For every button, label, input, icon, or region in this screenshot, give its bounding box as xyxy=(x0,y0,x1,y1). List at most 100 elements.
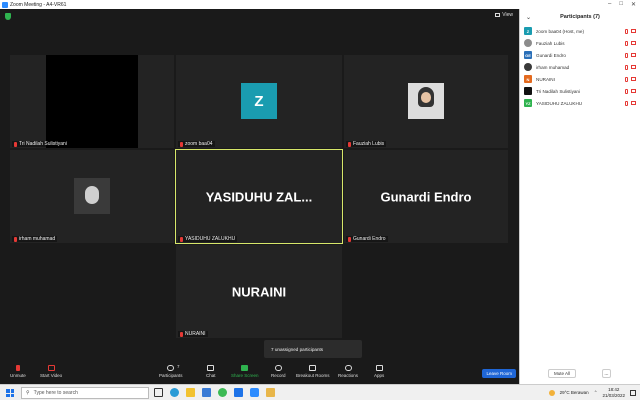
participant-big-name: Gunardi Endro xyxy=(380,189,472,204)
apps-button[interactable]: Apps xyxy=(374,365,384,378)
participant-item[interactable]: Z zoom baa04 (Host, me) xyxy=(524,25,636,37)
participant-item[interactable]: Fauziah Lubis xyxy=(524,37,636,49)
reactions-label: Reactions xyxy=(338,373,359,378)
leave-room-button[interactable]: Leave Room xyxy=(482,369,516,378)
mic-muted-icon xyxy=(625,76,628,82)
participant-name: zoom baa04 xyxy=(185,141,213,147)
chat-label: Chat xyxy=(206,373,216,378)
maximize-icon[interactable]: □ xyxy=(619,1,623,8)
participant-item[interactable]: irham muhamad xyxy=(524,61,636,73)
view-label: View xyxy=(502,12,513,18)
participant-name: Gunardi Endro xyxy=(536,52,566,58)
face-shape xyxy=(85,186,99,204)
record-icon xyxy=(274,365,282,371)
participants-label: Participants xyxy=(159,373,183,378)
close-icon[interactable]: ✕ xyxy=(631,1,636,8)
task-view-icon[interactable] xyxy=(154,388,163,397)
view-button[interactable]: View xyxy=(495,12,513,18)
video-tile[interactable]: Tri Nadilah Sulistiyani xyxy=(10,55,174,148)
apps-icon xyxy=(375,365,383,371)
weather-text[interactable]: 29°C Berawan xyxy=(560,390,589,395)
participant-status-icons xyxy=(625,76,636,82)
video-tile-active-speaker[interactable]: YASIDUHU ZAL... YASIDUHU ZALUKHU xyxy=(175,149,343,244)
participant-big-name: YASIDUHU ZAL... xyxy=(205,189,313,204)
participant-status-icons xyxy=(625,40,636,46)
participants-panel: ⌄ Participants (7) Z zoom baa04 (Host, m… xyxy=(519,9,640,384)
record-button[interactable]: Record xyxy=(271,365,286,378)
participants-panel-title: Participants (7) xyxy=(560,14,600,20)
windows-taskbar: ⚲ Type here to search 29°C Berawan ⌃ 18:… xyxy=(0,384,640,400)
participant-name: irham muhamad xyxy=(536,64,570,70)
weather-icon xyxy=(548,389,555,396)
mic-muted-icon xyxy=(625,28,628,34)
camera-off-icon xyxy=(631,88,636,93)
mic-muted-icon xyxy=(14,236,17,242)
minimize-icon[interactable]: – xyxy=(608,1,611,8)
camera-off-icon xyxy=(631,40,636,45)
start-video-label: Start Video xyxy=(40,373,63,378)
clock[interactable]: 18:42 21/03/2022 xyxy=(602,387,625,398)
zoom-taskbar-icon[interactable] xyxy=(250,388,259,397)
security-shield-icon[interactable] xyxy=(5,13,11,20)
camera-off-icon xyxy=(47,365,55,371)
more-options-button[interactable]: ... xyxy=(602,369,611,378)
video-tile[interactable]: irham muhamad xyxy=(10,150,174,243)
breakout-rooms-icon xyxy=(309,365,317,371)
window-titlebar: Zoom Meeting - A4-VR61 – □ ✕ xyxy=(0,0,640,9)
unmute-label: Unmute xyxy=(10,373,26,378)
tile-name-label: NURAINI xyxy=(178,331,208,337)
share-screen-icon xyxy=(241,365,249,371)
share-screen-button[interactable]: Share Screen xyxy=(231,365,259,378)
windows-start-icon[interactable] xyxy=(6,389,14,397)
participants-panel-header: ⌄ Participants (7) xyxy=(520,9,640,25)
participant-status-icons xyxy=(625,64,636,70)
unmute-button[interactable]: Unmute xyxy=(10,365,26,378)
edge-browser-icon[interactable] xyxy=(170,388,179,397)
video-tile[interactable]: Z zoom baa04 xyxy=(176,55,342,148)
breakout-rooms-button[interactable]: Breakout Rooms xyxy=(296,365,330,378)
participant-name: NURAINI xyxy=(536,76,555,82)
participant-item[interactable]: N NURAINI xyxy=(524,73,636,85)
breakout-rooms-popover[interactable]: 7 unassigned participants xyxy=(264,340,362,358)
taskbar-search-input[interactable]: ⚲ Type here to search xyxy=(21,387,149,399)
folder-icon[interactable] xyxy=(266,388,275,397)
grid-view-icon xyxy=(495,13,501,17)
participant-big-name: NURAINI xyxy=(231,284,287,299)
taskbar-apps xyxy=(154,388,275,397)
participant-name: Fauziah Lubis xyxy=(353,141,385,147)
chevron-down-icon[interactable]: ⌄ xyxy=(526,14,531,21)
participant-item[interactable]: Tri Nadilah Sulistiyani xyxy=(524,85,636,97)
participant-item[interactable]: GE Gunardi Endro xyxy=(524,49,636,61)
zoom-app-icon xyxy=(2,1,8,8)
participants-icon xyxy=(167,365,175,371)
video-tile[interactable]: Fauziah Lubis xyxy=(344,55,508,148)
participant-name: NURAINI xyxy=(185,331,206,337)
search-placeholder: Type here to search xyxy=(33,390,78,396)
notifications-icon[interactable] xyxy=(630,389,636,396)
camera-off-icon xyxy=(631,28,636,33)
video-tile[interactable]: Gunardi Endro Gunardi Endro xyxy=(344,150,508,243)
avatar xyxy=(524,63,532,71)
participant-name: irham muhamad xyxy=(19,236,56,242)
participant-status-icons xyxy=(625,100,636,106)
avatar: Z xyxy=(524,27,532,35)
mail-icon[interactable] xyxy=(234,388,243,397)
chrome-icon[interactable] xyxy=(218,388,227,397)
file-explorer-icon[interactable] xyxy=(186,388,195,397)
participants-list: Z zoom baa04 (Host, me) Fauziah Lubis GE… xyxy=(520,25,640,109)
participant-name: Tri Nadilah Sulistiyani xyxy=(536,88,580,94)
chat-button[interactable]: Chat xyxy=(206,365,216,378)
mic-muted-icon xyxy=(14,141,17,147)
tile-name-label: Tri Nadilah Sulistiyani xyxy=(12,141,69,147)
store-icon[interactable] xyxy=(202,388,211,397)
share-screen-label: Share Screen xyxy=(231,373,259,378)
reactions-button[interactable]: Reactions xyxy=(338,365,358,378)
start-video-button[interactable]: Start Video xyxy=(40,365,62,378)
system-tray: 29°C Berawan ⌃ 18:42 21/03/2022 xyxy=(548,387,636,398)
window-controls: – □ ✕ xyxy=(608,1,640,8)
tray-arrow-icon[interactable]: ⌃ xyxy=(594,390,598,396)
mute-all-button[interactable]: Mute All xyxy=(548,369,576,378)
video-tile[interactable]: NURAINI NURAINI xyxy=(176,245,342,338)
participant-item[interactable]: YZ YASIDUHU ZALUKHU xyxy=(524,97,636,109)
clock-date: 21/03/2022 xyxy=(602,392,625,398)
